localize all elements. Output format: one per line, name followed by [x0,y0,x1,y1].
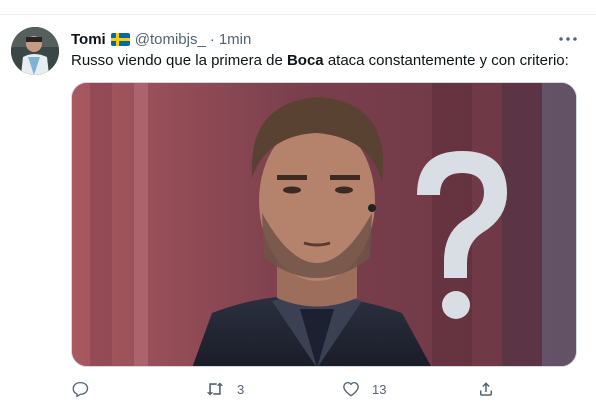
divider [0,14,596,15]
tweet-media-image[interactable] [71,82,577,367]
tweet-text-after: ataca constantemente y con criterio: [323,52,569,69]
tweet[interactable]: Tomi @tomibjs_ · 1min Russo viendo que l… [0,0,596,410]
tweet-text-bold: Boca [286,52,324,69]
author-name[interactable]: Tomi [71,31,106,48]
heart-icon [342,380,360,398]
reply-icon [71,380,89,398]
tweet-header: Tomi @tomibjs_ · 1min [71,29,251,49]
avatar[interactable] [11,27,59,75]
retweet-icon [205,380,225,398]
sweden-flag-icon [110,32,130,46]
timestamp[interactable]: 1min [219,31,252,48]
retweet-button[interactable]: 3 [205,376,244,402]
retweet-count: 3 [237,381,245,397]
like-button[interactable]: 13 [342,376,386,402]
author-handle[interactable]: @tomibjs_ [135,31,206,48]
share-button[interactable] [477,376,507,402]
reply-button[interactable] [71,376,101,402]
tweet-text-before: Russo viendo que la primera de [71,52,287,69]
action-bar: 3 13 [71,376,501,402]
separator-dot: · [209,30,215,48]
tweet-text: Russo viendo que la primera de Boca atac… [71,51,569,71]
like-count: 13 [372,381,387,397]
share-icon [477,380,495,398]
more-options-icon[interactable] [557,30,579,48]
